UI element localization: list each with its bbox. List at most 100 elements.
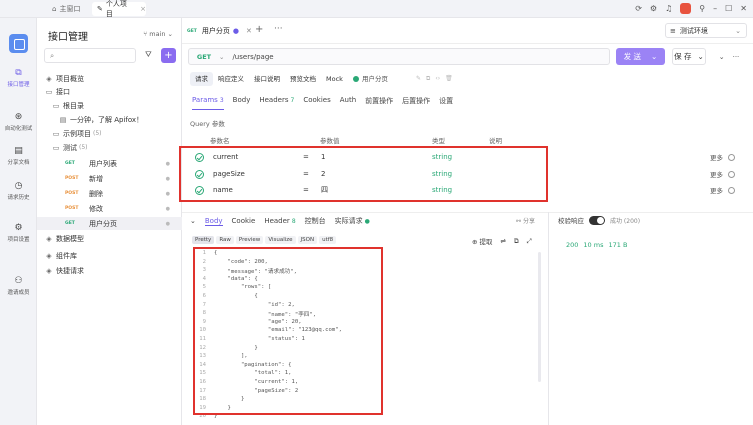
add-tab-icon[interactable]: + (255, 24, 263, 35)
edit-icon[interactable]: ✎ (416, 75, 421, 83)
filter-icon[interactable]: ⛛ (145, 50, 152, 60)
col-type: 类型 (432, 137, 445, 145)
more-link[interactable]: 更多 (710, 169, 723, 179)
search-input[interactable]: ⌕ (44, 48, 136, 63)
format-button[interactable]: utf8 (319, 236, 337, 244)
format-button[interactable]: Visualize (265, 236, 296, 244)
remove-icon[interactable] (728, 170, 735, 178)
sidebar-tree-item[interactable]: ◈ 组件库 (37, 249, 182, 262)
request-tab[interactable]: GET 用户分页 ● ✕ (187, 24, 252, 38)
sidebar-tree-item[interactable]: POST 新增 ● (37, 172, 182, 185)
maximize-icon[interactable]: ☐ (725, 4, 732, 13)
subtab-mock[interactable]: Mock (321, 72, 348, 86)
sidebar-tree-item[interactable]: ▭ 根目录 (37, 99, 182, 112)
remove-icon[interactable] (728, 186, 735, 194)
splitter[interactable] (182, 212, 753, 213)
subtab-preview-doc[interactable]: 预览文档 (285, 72, 321, 86)
param-tab[interactable]: Headers 7 (259, 96, 294, 110)
rail-item-history[interactable]: ◷ 请求历史 (0, 181, 37, 201)
subtab-request[interactable]: 请求 (190, 72, 213, 86)
param-tab[interactable]: 后置操作 (402, 96, 430, 110)
bell-icon[interactable]: ♫ (665, 4, 672, 13)
sidebar-tree-item[interactable]: ▤ 一分钟，了解 Apifox！ (37, 113, 182, 126)
rail-item-test[interactable]: ⊛ 自动化测试 (0, 112, 37, 132)
trash-icon[interactable]: 🗑 (445, 75, 453, 83)
extract-button[interactable]: ⊕ 提取 (472, 236, 493, 246)
pin-icon[interactable]: ⚲ (699, 4, 705, 13)
more-link[interactable]: 更多 (710, 152, 723, 162)
subtab-response-def[interactable]: 响应定义 (213, 72, 249, 86)
method-select[interactable]: GET (189, 53, 219, 61)
close-tab-icon[interactable]: × (140, 5, 146, 13)
verify-result[interactable]: 成功 (200) (610, 216, 640, 225)
settings-icon[interactable]: ⚙ (650, 4, 657, 13)
more-link[interactable]: 更多 (710, 185, 723, 195)
param-tab[interactable]: Body (233, 96, 251, 110)
format-button[interactable]: Pretty (192, 236, 215, 244)
rail-item-doc[interactable]: ▤ 分享文档 (0, 146, 37, 166)
method-badge: GET (65, 221, 75, 226)
response-tab[interactable]: Header 8 (264, 217, 295, 225)
minimize-icon[interactable]: – (713, 4, 717, 13)
sidebar-tree-item[interactable]: ▭ 测试 (5) (37, 141, 182, 154)
response-tab[interactable]: Body (204, 217, 223, 226)
save-button[interactable]: 保 存 ⌄ (672, 48, 706, 65)
sidebar-tree-item[interactable]: ◈ 数据模型 (37, 232, 182, 245)
branch-selector[interactable]: ⑂ main ⌄ (143, 30, 173, 38)
format-button[interactable]: Preview (235, 236, 264, 244)
sidebar-tree-item[interactable]: ▭ 接口 (37, 85, 182, 98)
sidebar-tree-item[interactable]: ▭ 示例项目 (5) (37, 127, 182, 140)
format-button[interactable]: Raw (216, 236, 234, 244)
param-tab[interactable]: Cookies (303, 96, 330, 110)
home-window-tab[interactable]: ⌂ 主窗口 (52, 3, 80, 15)
avatar[interactable] (680, 3, 692, 14)
share-link[interactable]: ⚯ 分享 (516, 216, 535, 225)
vertical-splitter[interactable] (548, 212, 549, 425)
sidebar-tree-item[interactable]: GET 用户分页 ● (37, 217, 182, 230)
response-tab[interactable]: Cookie (232, 217, 256, 225)
sidebar-tree-item[interactable]: ◈ 项目概览 (37, 72, 182, 85)
param-tab[interactable]: Auth (340, 96, 356, 110)
expand-icon[interactable]: ⤢ (527, 237, 532, 246)
param-tab[interactable]: Params 3 (192, 96, 224, 110)
sidebar-tree-item[interactable]: ◈ 快捷请求 (37, 264, 182, 277)
copy-icon[interactable]: ⧉ (514, 237, 519, 246)
rail-item-invite[interactable]: ⚇ 邀请成员 (0, 276, 37, 296)
send-button[interactable]: 发 送 ⌄ (616, 48, 665, 65)
rail-item-settings[interactable]: ⚙ 项目设置 (0, 223, 37, 243)
param-tab-label: Headers (259, 96, 289, 104)
collapse-chevron-icon[interactable]: ⌄ (190, 217, 196, 225)
verify-toggle[interactable] (589, 215, 605, 225)
code-icon[interactable]: ‹› (435, 75, 440, 83)
col-desc: 说明 (489, 137, 502, 145)
copy-icon[interactable]: ⧉ (426, 75, 430, 83)
sync-icon[interactable]: ⟳ (635, 4, 642, 13)
project-tab[interactable]: ✎ 个人项目 × (92, 0, 146, 18)
more-actions[interactable]: ⌄ ··· (712, 48, 746, 65)
url-input[interactable]: /users/page (232, 53, 273, 61)
branch-label: main (149, 30, 166, 38)
url-bar[interactable]: GET ⌄ /users/page (188, 48, 610, 65)
sidebar-tree-item[interactable]: GET 用户列表 ● (37, 157, 182, 170)
format-button[interactable]: JSON (297, 236, 318, 244)
project-tab-label: 个人项目 (105, 0, 127, 18)
more-icon[interactable]: ··· (274, 24, 283, 34)
add-button[interactable]: + (161, 48, 176, 63)
close-icon[interactable]: ✕ (246, 27, 252, 35)
tree-item-label: 接口 (56, 87, 70, 96)
sidebar-tree-item[interactable]: POST 修改 ● (37, 202, 182, 215)
response-tab[interactable]: 实际请求 ● (335, 216, 370, 226)
environment-select[interactable]: ≡ 测试环境 ⌄ (665, 23, 747, 38)
scrollbar[interactable] (538, 252, 541, 382)
remove-icon[interactable] (728, 153, 735, 161)
rail-item-api[interactable]: ⧉ 接口管理 (0, 68, 37, 88)
param-tab[interactable]: 前置操作 (365, 96, 393, 110)
subtab-api-desc[interactable]: 接口说明 (249, 72, 285, 86)
unsaved-dot-icon: ● (232, 27, 239, 35)
param-tab[interactable]: 设置 (439, 96, 453, 110)
response-tab[interactable]: 控制台 (305, 216, 326, 226)
close-icon[interactable]: ✕ (740, 4, 747, 13)
sidebar-tree-item[interactable]: POST 删除 ● (37, 187, 182, 200)
wrap-icon[interactable]: ⇌ (501, 237, 506, 245)
api-name-chip[interactable]: 用户分页 (348, 72, 393, 86)
